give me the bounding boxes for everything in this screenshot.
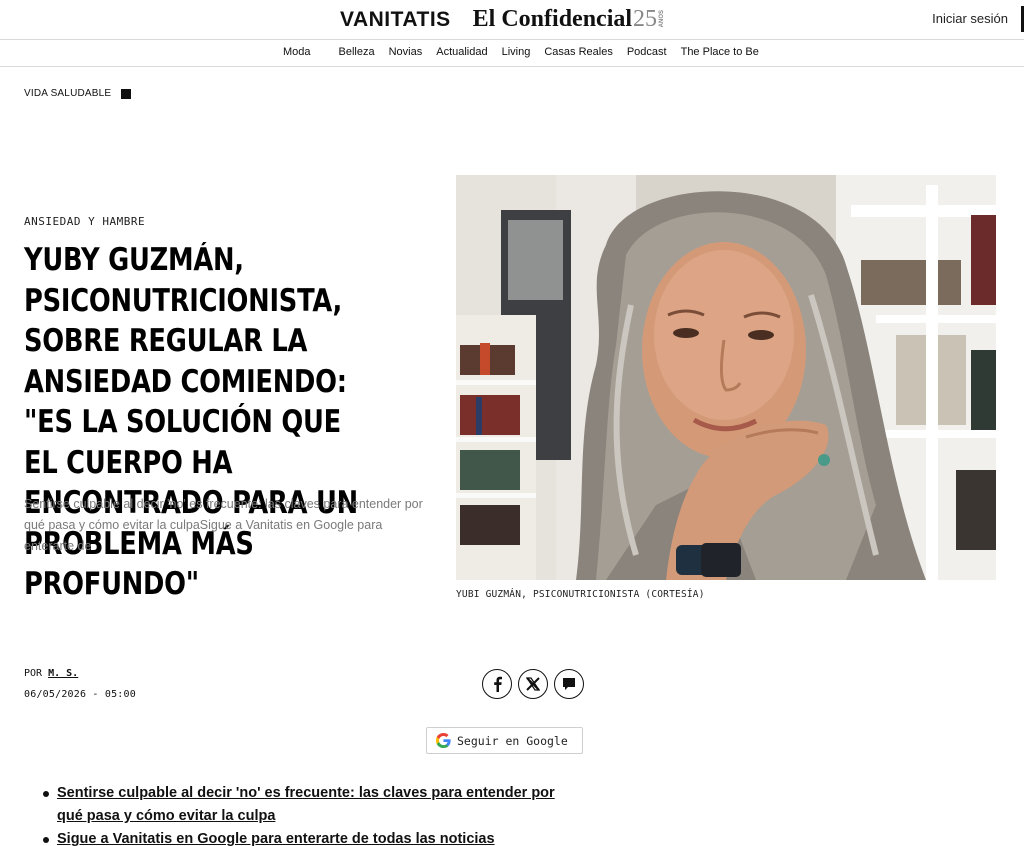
x-icon xyxy=(526,677,540,691)
nav-item-living[interactable]: Living xyxy=(502,46,531,58)
related-link-1[interactable]: Sentirse culpable al decir 'no' es frecu… xyxy=(57,785,555,824)
image-caption: YUBI GUZMÁN, PSICONUTRICIONISTA (CORTESÍ… xyxy=(456,589,705,600)
anniversary-number: 25 xyxy=(633,6,658,32)
brand-logos[interactable]: VANITATIS El Confidencial 25 AÑOS xyxy=(340,6,665,33)
section-square-icon xyxy=(121,88,132,99)
section-label[interactable]: VIDA SALUDABLE xyxy=(24,88,111,99)
nav-item-belleza[interactable]: Belleza xyxy=(339,46,375,58)
comment-icon xyxy=(563,678,575,690)
follow-google-button[interactable]: Seguir en Google xyxy=(426,727,583,754)
list-item: Sigue a Vanitatis en Google para enterar… xyxy=(40,828,580,846)
comments-button[interactable] xyxy=(554,669,584,699)
list-item: Sentirse culpable al decir 'no' es frecu… xyxy=(40,782,580,828)
hero-image xyxy=(456,175,996,580)
nav-item-podcast[interactable]: Podcast xyxy=(627,46,667,58)
share-buttons xyxy=(482,669,584,699)
byline: POR M. S. xyxy=(24,668,78,679)
nav-item-actualidad[interactable]: Actualidad xyxy=(436,46,487,58)
anniversary-label: AÑOS xyxy=(659,10,666,28)
nav-item-the-place-to-be[interactable]: The Place to Be xyxy=(681,46,759,58)
el-confidencial-logo[interactable]: El Confidencial 25 AÑOS xyxy=(473,6,665,33)
el-confidencial-wordmark: El Confidencial xyxy=(472,6,633,32)
nav-item-novias[interactable]: Novias xyxy=(389,46,423,58)
article-kicker: ANSIEDAD Y HAMBRE xyxy=(24,215,146,228)
nav-item-casas-reales[interactable]: Casas Reales xyxy=(544,46,612,58)
byline-prefix: POR xyxy=(24,668,43,679)
google-icon xyxy=(436,733,451,748)
main-nav: Moda Belleza Novias Actualidad Living Ca… xyxy=(0,40,1024,67)
publish-date: 06/05/2026 - 05:00 xyxy=(24,689,136,700)
share-facebook-button[interactable] xyxy=(482,669,512,699)
hero-photo-portrait xyxy=(456,175,996,580)
top-header: VANITATIS El Confidencial 25 AÑOS Inicia… xyxy=(0,0,1024,40)
section-tag[interactable]: VIDA SALUDABLE xyxy=(24,88,132,99)
facebook-icon xyxy=(494,676,502,692)
related-link-2[interactable]: Sigue a Vanitatis en Google para enterar… xyxy=(57,831,495,846)
article-summary: Sentirse culpable al decir 'no' es frecu… xyxy=(24,497,423,553)
share-x-button[interactable] xyxy=(518,669,548,699)
related-links: Sentirse culpable al decir 'no' es frecu… xyxy=(40,782,580,846)
login-link[interactable]: Iniciar sesión xyxy=(932,11,1008,26)
nav-item-moda[interactable]: Moda xyxy=(283,46,311,58)
follow-google-label: Seguir en Google xyxy=(457,733,568,748)
vanitatis-logo[interactable]: VANITATIS xyxy=(340,8,451,32)
author-link[interactable]: M. S. xyxy=(48,668,78,679)
